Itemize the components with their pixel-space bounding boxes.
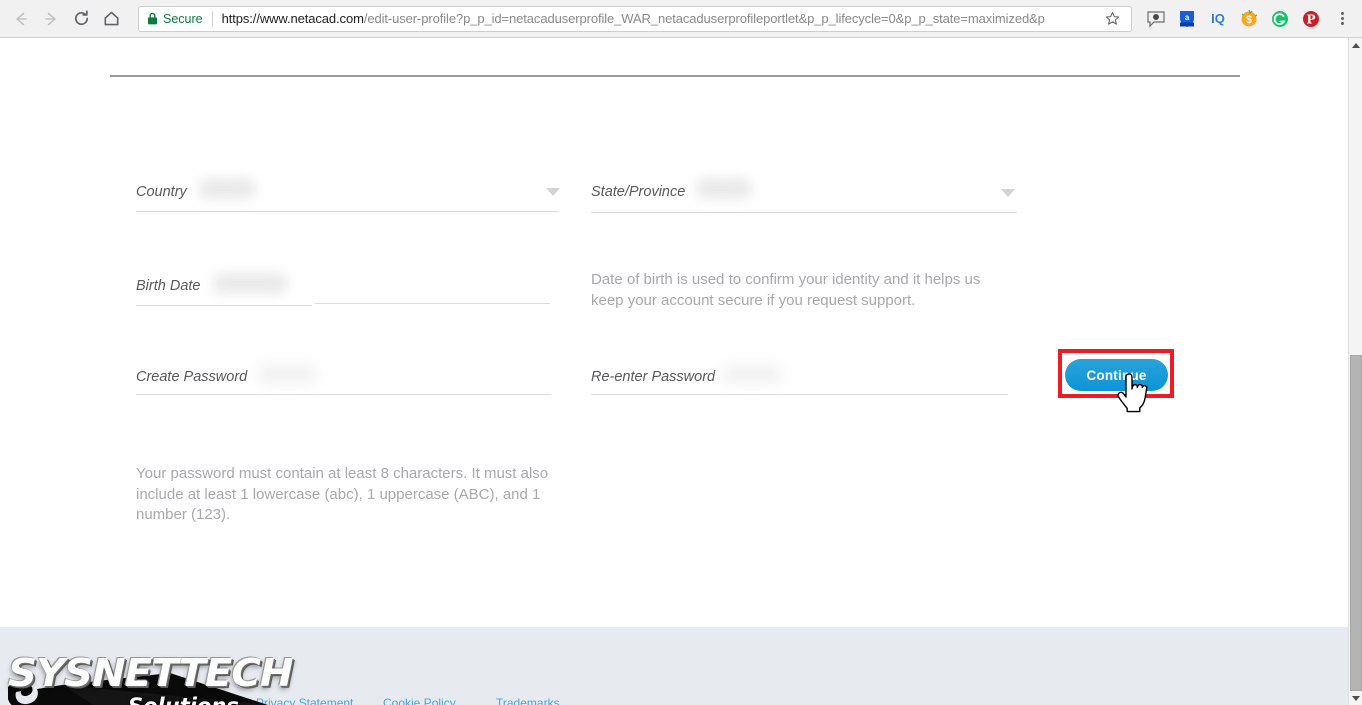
svg-text:a: a: [1185, 13, 1190, 22]
create-password-field[interactable]: Create Password: [136, 369, 247, 385]
forward-button[interactable]: [36, 4, 66, 34]
star-icon: [1105, 11, 1119, 25]
page-viewport: Country State/Province Birth Date Date o…: [0, 38, 1348, 705]
navigation-buttons: [0, 4, 126, 34]
svg-text:P: P: [1306, 12, 1315, 26]
birth-date-value-redacted: [214, 274, 286, 293]
pinterest-extension-icon[interactable]: P: [1297, 5, 1325, 33]
lock-icon: [148, 12, 157, 25]
state-province-field[interactable]: State/Province: [591, 184, 685, 200]
slickdeals-extension-icon[interactable]: $: [1235, 5, 1263, 33]
url-host: https://www.netacad.com: [221, 11, 364, 26]
triangle-up-icon: [1351, 42, 1360, 48]
vertical-scrollbar[interactable]: [1348, 38, 1362, 705]
country-field[interactable]: Country: [136, 184, 187, 200]
url-path: /edit-user-profile?p_p_id=netacaduserpro…: [363, 11, 1045, 26]
birth-date-underline-right: [315, 303, 550, 304]
reenter-password-field[interactable]: Re-enter Password: [591, 369, 715, 385]
security-label: Secure: [163, 11, 203, 26]
footer-link-cookie-policy[interactable]: Cookie Policy: [383, 696, 456, 705]
reenter-password-label: Re-enter Password: [591, 369, 716, 385]
reenter-password-value-redacted: [724, 365, 780, 383]
speech-bubble-extension-icon[interactable]: [1142, 5, 1170, 33]
bookmark-button[interactable]: [1101, 11, 1123, 26]
reload-button[interactable]: [66, 4, 96, 34]
country-value-redacted: [200, 179, 254, 198]
url-text[interactable]: https://www.netacad.com/edit-user-profil…: [222, 11, 1101, 26]
create-password-label: Create Password: [136, 369, 248, 385]
profile-form: Country State/Province Birth Date Date o…: [0, 38, 1348, 627]
footer-links: Privacy Statement Cookie Policy Trademar…: [256, 696, 560, 705]
country-underline: [136, 211, 559, 212]
kebab-menu-icon[interactable]: [1328, 5, 1356, 33]
scrollbar-thumb[interactable]: [1350, 355, 1362, 691]
page-footer: Privacy Statement Cookie Policy Trademar…: [0, 627, 1348, 705]
country-chevron-down-icon[interactable]: [546, 188, 560, 196]
grammarly-extension-icon[interactable]: [1266, 5, 1294, 33]
browser-toolbar: Secure https://www.netacad.com/edit-user…: [0, 0, 1362, 38]
svg-text:$: $: [1246, 14, 1252, 26]
birth-date-field[interactable]: Birth Date: [136, 278, 200, 294]
arrow-right-icon: [45, 12, 56, 25]
state-province-value-redacted: [697, 179, 750, 198]
reload-icon: [74, 10, 88, 26]
password-help-text: Your password must contain at least 8 ch…: [136, 465, 549, 523]
create-password-underline: [136, 394, 551, 395]
extension-icons: a IQ $ P: [1142, 5, 1362, 33]
footer-link-privacy-statement[interactable]: Privacy Statement: [256, 696, 353, 705]
continue-button[interactable]: Continue: [1065, 359, 1168, 391]
security-indicator[interactable]: Secure: [147, 12, 203, 26]
footer-link-trademarks[interactable]: Trademarks: [496, 696, 560, 705]
home-button[interactable]: [96, 4, 126, 34]
reenter-password-underline: [591, 394, 1008, 395]
state-province-underline: [591, 212, 1017, 213]
birth-date-help-text: Date of birth is used to confirm your id…: [591, 271, 981, 309]
birth-date-underline-left: [136, 305, 312, 306]
state-province-chevron-down-icon[interactable]: [1001, 189, 1015, 197]
create-password-value-redacted: [259, 365, 315, 383]
triangle-down-icon: [1351, 695, 1360, 701]
arrow-left-icon: [16, 12, 27, 25]
state-province-label: State/Province: [591, 184, 686, 200]
birth-date-label: Birth Date: [136, 278, 201, 294]
scroll-down-button[interactable]: [1349, 691, 1362, 705]
iq-extension-icon[interactable]: IQ: [1204, 5, 1232, 33]
home-icon: [104, 11, 118, 26]
bitwarden-extension-icon[interactable]: a: [1173, 5, 1201, 33]
address-bar[interactable]: Secure https://www.netacad.com/edit-user…: [138, 5, 1132, 32]
back-button[interactable]: [6, 4, 36, 34]
country-label: Country: [136, 184, 187, 200]
scroll-up-button[interactable]: [1349, 38, 1362, 52]
omnibox-separator: [211, 10, 213, 27]
